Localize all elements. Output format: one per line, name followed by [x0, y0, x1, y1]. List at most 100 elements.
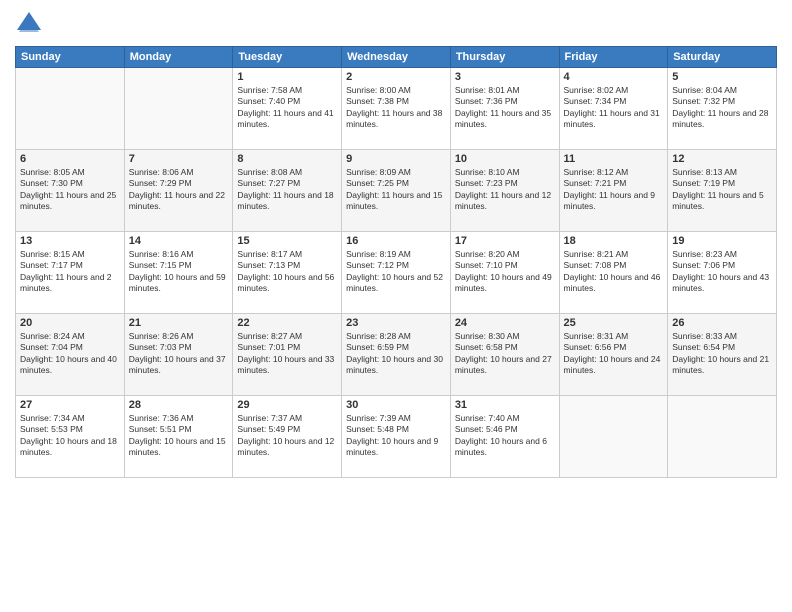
calendar-cell: 18 Sunrise: 8:21 AMSunset: 7:08 PMDayligh… — [559, 232, 668, 314]
day-number: 8 — [237, 153, 337, 165]
day-number: 2 — [346, 71, 446, 83]
day-info: Sunrise: 8:04 AMSunset: 7:32 PMDaylight:… — [672, 85, 772, 131]
day-number: 3 — [455, 71, 555, 83]
weekday-header-wednesday: Wednesday — [342, 47, 451, 68]
day-info: Sunrise: 8:20 AMSunset: 7:10 PMDaylight:… — [455, 249, 555, 295]
calendar-cell: 1 Sunrise: 7:58 AMSunset: 7:40 PMDaylight… — [233, 68, 342, 150]
weekday-header-tuesday: Tuesday — [233, 47, 342, 68]
day-info: Sunrise: 8:33 AMSunset: 6:54 PMDaylight:… — [672, 331, 772, 377]
day-info: Sunrise: 8:17 AMSunset: 7:13 PMDaylight:… — [237, 249, 337, 295]
calendar-cell: 14 Sunrise: 8:16 AMSunset: 7:15 PMDayligh… — [124, 232, 233, 314]
calendar-cell: 3 Sunrise: 8:01 AMSunset: 7:36 PMDaylight… — [450, 68, 559, 150]
day-number: 20 — [20, 317, 120, 329]
calendar-cell: 28 Sunrise: 7:36 AMSunset: 5:51 PMDayligh… — [124, 396, 233, 478]
calendar-table: SundayMondayTuesdayWednesdayThursdayFrid… — [15, 46, 777, 478]
calendar-cell: 17 Sunrise: 8:20 AMSunset: 7:10 PMDayligh… — [450, 232, 559, 314]
day-number: 13 — [20, 235, 120, 247]
week-row-5: 27 Sunrise: 7:34 AMSunset: 5:53 PMDayligh… — [16, 396, 777, 478]
calendar-cell: 7Sunrise: 8:06 AMSunset: 7:29 PMDaylight… — [124, 150, 233, 232]
calendar-cell: 24Sunrise: 8:30 AMSunset: 6:58 PMDayligh… — [450, 314, 559, 396]
day-number: 29 — [237, 399, 337, 411]
day-info: Sunrise: 8:12 AMSunset: 7:21 PMDaylight:… — [564, 167, 664, 213]
day-info: Sunrise: 7:39 AMSunset: 5:48 PMDaylight:… — [346, 413, 446, 459]
day-info: Sunrise: 7:34 AMSunset: 5:53 PMDaylight:… — [20, 413, 120, 459]
calendar-cell: 10Sunrise: 8:10 AMSunset: 7:23 PMDayligh… — [450, 150, 559, 232]
calendar-cell: 19 Sunrise: 8:23 AMSunset: 7:06 PMDayligh… — [668, 232, 777, 314]
day-number: 16 — [346, 235, 446, 247]
page-header — [15, 10, 777, 38]
day-info: Sunrise: 8:23 AMSunset: 7:06 PMDaylight:… — [672, 249, 772, 295]
calendar-cell: 13 Sunrise: 8:15 AMSunset: 7:17 PMDayligh… — [16, 232, 125, 314]
day-number: 18 — [564, 235, 664, 247]
day-info: Sunrise: 7:37 AMSunset: 5:49 PMDaylight:… — [237, 413, 337, 459]
day-number: 9 — [346, 153, 446, 165]
week-row-1: 1 Sunrise: 7:58 AMSunset: 7:40 PMDaylight… — [16, 68, 777, 150]
calendar-cell: 4 Sunrise: 8:02 AMSunset: 7:34 PMDaylight… — [559, 68, 668, 150]
day-info: Sunrise: 8:09 AMSunset: 7:25 PMDaylight:… — [346, 167, 446, 213]
day-number: 25 — [564, 317, 664, 329]
day-info: Sunrise: 8:16 AMSunset: 7:15 PMDaylight:… — [129, 249, 229, 295]
calendar-cell — [16, 68, 125, 150]
day-info: Sunrise: 7:36 AMSunset: 5:51 PMDaylight:… — [129, 413, 229, 459]
calendar-cell: 6 Sunrise: 8:05 AMSunset: 7:30 PMDaylight… — [16, 150, 125, 232]
day-number: 19 — [672, 235, 772, 247]
day-number: 1 — [237, 71, 337, 83]
day-number: 28 — [129, 399, 229, 411]
calendar-cell: 23Sunrise: 8:28 AMSunset: 6:59 PMDayligh… — [342, 314, 451, 396]
calendar-cell: 12Sunrise: 8:13 AMSunset: 7:19 PMDayligh… — [668, 150, 777, 232]
calendar-cell: 30 Sunrise: 7:39 AMSunset: 5:48 PMDayligh… — [342, 396, 451, 478]
day-info: Sunrise: 8:19 AMSunset: 7:12 PMDaylight:… — [346, 249, 446, 295]
day-info: Sunrise: 8:00 AMSunset: 7:38 PMDaylight:… — [346, 85, 446, 131]
day-number: 6 — [20, 153, 120, 165]
week-row-4: 20 Sunrise: 8:24 AMSunset: 7:04 PMDayligh… — [16, 314, 777, 396]
day-info: Sunrise: 8:05 AMSunset: 7:30 PMDaylight:… — [20, 167, 120, 213]
weekday-header-friday: Friday — [559, 47, 668, 68]
day-info: Sunrise: 8:02 AMSunset: 7:34 PMDaylight:… — [564, 85, 664, 131]
calendar-cell — [559, 396, 668, 478]
calendar-cell — [124, 68, 233, 150]
day-number: 12 — [672, 153, 772, 165]
day-info: Sunrise: 8:01 AMSunset: 7:36 PMDaylight:… — [455, 85, 555, 131]
calendar-cell: 8 Sunrise: 8:08 AMSunset: 7:27 PMDaylight… — [233, 150, 342, 232]
day-info: Sunrise: 8:15 AMSunset: 7:17 PMDaylight:… — [20, 249, 120, 295]
calendar-cell: 9 Sunrise: 8:09 AMSunset: 7:25 PMDaylight… — [342, 150, 451, 232]
day-info: Sunrise: 8:21 AMSunset: 7:08 PMDaylight:… — [564, 249, 664, 295]
day-info: Sunrise: 7:58 AMSunset: 7:40 PMDaylight:… — [237, 85, 337, 131]
day-info: Sunrise: 7:40 AMSunset: 5:46 PMDaylight:… — [455, 413, 555, 459]
calendar-cell: 11 Sunrise: 8:12 AMSunset: 7:21 PMDayligh… — [559, 150, 668, 232]
calendar-cell: 16 Sunrise: 8:19 AMSunset: 7:12 PMDayligh… — [342, 232, 451, 314]
day-info: Sunrise: 8:31 AMSunset: 6:56 PMDaylight:… — [564, 331, 664, 377]
day-info: Sunrise: 8:10 AMSunset: 7:23 PMDaylight:… — [455, 167, 555, 213]
day-info: Sunrise: 8:24 AMSunset: 7:04 PMDaylight:… — [20, 331, 120, 377]
day-number: 17 — [455, 235, 555, 247]
day-number: 14 — [129, 235, 229, 247]
calendar-cell: 5 Sunrise: 8:04 AMSunset: 7:32 PMDaylight… — [668, 68, 777, 150]
day-number: 5 — [672, 71, 772, 83]
day-number: 4 — [564, 71, 664, 83]
day-number: 30 — [346, 399, 446, 411]
calendar-cell: 31 Sunrise: 7:40 AMSunset: 5:46 PMDayligh… — [450, 396, 559, 478]
day-info: Sunrise: 8:27 AMSunset: 7:01 PMDaylight:… — [237, 331, 337, 377]
day-number: 27 — [20, 399, 120, 411]
calendar-cell: 25 Sunrise: 8:31 AMSunset: 6:56 PMDayligh… — [559, 314, 668, 396]
day-number: 21 — [129, 317, 229, 329]
week-row-2: 6 Sunrise: 8:05 AMSunset: 7:30 PMDaylight… — [16, 150, 777, 232]
calendar-cell: 20 Sunrise: 8:24 AMSunset: 7:04 PMDayligh… — [16, 314, 125, 396]
calendar-cell: 21Sunrise: 8:26 AMSunset: 7:03 PMDayligh… — [124, 314, 233, 396]
day-number: 26 — [672, 317, 772, 329]
calendar-cell: 27 Sunrise: 7:34 AMSunset: 5:53 PMDayligh… — [16, 396, 125, 478]
day-info: Sunrise: 8:08 AMSunset: 7:27 PMDaylight:… — [237, 167, 337, 213]
day-number: 7 — [129, 153, 229, 165]
calendar-page: SundayMondayTuesdayWednesdayThursdayFrid… — [0, 0, 792, 612]
calendar-cell: 26 Sunrise: 8:33 AMSunset: 6:54 PMDayligh… — [668, 314, 777, 396]
weekday-header-thursday: Thursday — [450, 47, 559, 68]
day-number: 15 — [237, 235, 337, 247]
day-number: 11 — [564, 153, 664, 165]
day-number: 22 — [237, 317, 337, 329]
day-info: Sunrise: 8:30 AMSunset: 6:58 PMDaylight:… — [455, 331, 555, 377]
calendar-cell — [668, 396, 777, 478]
weekday-header-sunday: Sunday — [16, 47, 125, 68]
logo-icon — [15, 10, 43, 38]
day-number: 31 — [455, 399, 555, 411]
week-row-3: 13 Sunrise: 8:15 AMSunset: 7:17 PMDayligh… — [16, 232, 777, 314]
